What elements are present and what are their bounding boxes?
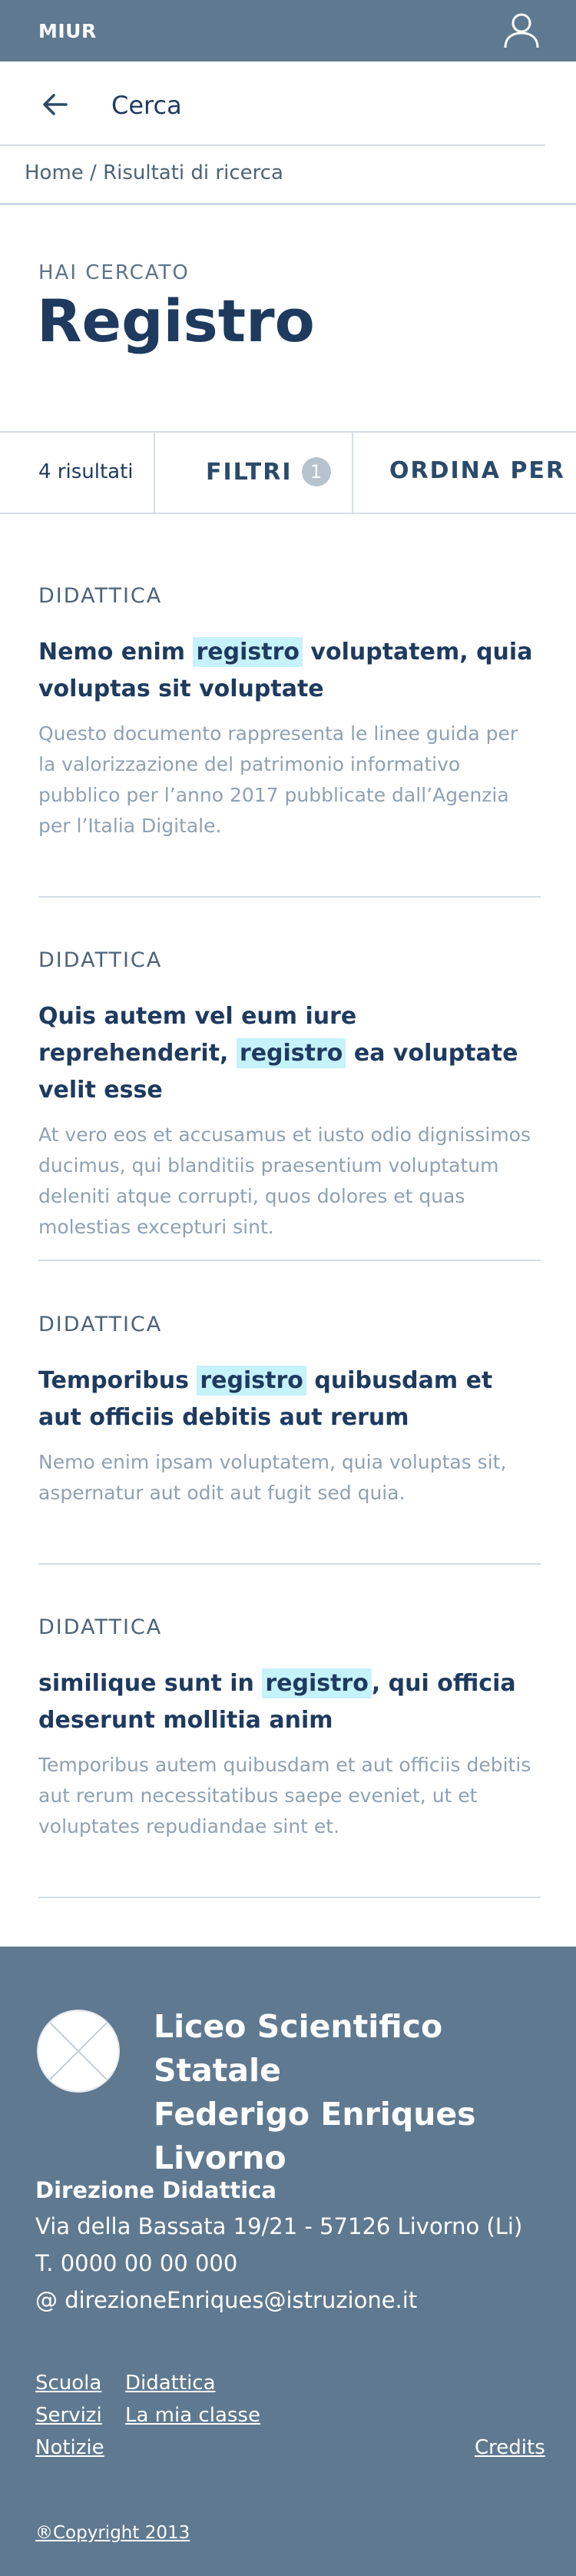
sort-button[interactable]: ORDINA PER	[389, 457, 565, 484]
filters-count-badge: 1	[301, 457, 331, 486]
result-divider	[38, 896, 541, 898]
address: Via della Bassata 19/21 - 57126 Livorno …	[35, 2213, 523, 2239]
result-title[interactable]: Temporibus registro quibusdam et aut off…	[38, 1363, 541, 1436]
office-name: Direzione Didattica	[35, 2177, 276, 2203]
result-category[interactable]: DIDATTICA	[38, 948, 541, 972]
result-divider	[38, 1563, 541, 1565]
email: @ direzioneEnriques@istruzione.it	[35, 2287, 418, 2313]
result-divider	[38, 1897, 541, 1898]
result-description: Questo documento rappresenta le linee gu…	[38, 722, 518, 837]
result-description: Nemo enim ipsam voluptatem, quia volupta…	[38, 1451, 507, 1504]
result-item: DIDATTICA Quis autem vel eum iure repreh…	[38, 948, 541, 1243]
breadcrumb-current: Risultati di ricerca	[103, 161, 283, 184]
search-title: Cerca	[111, 91, 182, 120]
result-title[interactable]: Nemo enim registro voluptatem, quia volu…	[38, 634, 541, 708]
school-name[interactable]: Liceo Scientifico Statale Federigo Enriq…	[154, 2005, 576, 2180]
arrow-left-icon[interactable]	[38, 89, 72, 120]
filters-button[interactable]: FILTRI 1	[206, 457, 331, 486]
footer-link-la-mia-classe[interactable]: La mia classe	[125, 2404, 260, 2427]
toolbar-divider	[352, 433, 353, 513]
result-item: DIDATTICA Temporibus registro quibusdam …	[38, 1313, 541, 1509]
school-name-line: Liceo Scientifico Statale	[154, 2008, 443, 2089]
school-logo-placeholder-icon	[37, 2010, 120, 2093]
footer: Liceo Scientifico Statale Federigo Enriq…	[0, 1947, 576, 2576]
breadcrumb-divider	[0, 203, 576, 205]
footer-link-notizie[interactable]: Notizie	[35, 2436, 104, 2459]
footer-link-servizi[interactable]: Servizi	[35, 2404, 102, 2427]
search-highlight: registro	[197, 1366, 306, 1396]
results-toolbar: 4 risultati FILTRI 1 ORDINA PER	[0, 431, 576, 514]
footer-link-scuola[interactable]: Scuola	[35, 2372, 101, 2395]
page-title: Registro	[37, 287, 315, 355]
result-divider	[38, 1260, 541, 1261]
result-title[interactable]: similique sunt in registro, qui officia …	[38, 1665, 541, 1739]
breadcrumb-home-link[interactable]: Home	[25, 161, 84, 184]
result-category[interactable]: DIDATTICA	[38, 1615, 541, 1639]
copyright[interactable]: ®Copyright 2013	[35, 2523, 190, 2543]
school-name-line: Federigo Enriques	[154, 2096, 476, 2133]
result-description: Temporibus autem quibusdam et aut offici…	[38, 1754, 531, 1837]
brand-label[interactable]: MIUR	[38, 20, 97, 42]
filters-label: FILTRI	[206, 459, 293, 486]
result-title[interactable]: Quis autem vel eum iure reprehenderit, r…	[38, 998, 541, 1109]
result-item: DIDATTICA Nemo enim registro voluptatem,…	[38, 584, 541, 842]
search-highlight: registro	[193, 637, 303, 667]
results-count: 4 risultati	[38, 460, 134, 483]
breadcrumb: Home / Risultati di ricerca	[25, 161, 283, 184]
search-highlight: registro	[262, 1668, 372, 1698]
top-bar: MIUR	[0, 0, 576, 61]
toolbar-divider	[154, 433, 155, 513]
footer-link-didattica[interactable]: Didattica	[125, 2372, 216, 2395]
search-header: Cerca	[0, 61, 576, 146]
user-icon[interactable]	[499, 8, 544, 52]
result-category[interactable]: DIDATTICA	[38, 584, 541, 608]
school-name-line: Livorno	[154, 2139, 286, 2176]
query-label: HAI CERCATO	[38, 261, 190, 284]
result-description: At vero eos et accusamus et iusto odio d…	[38, 1124, 531, 1238]
header-divider	[0, 144, 545, 146]
result-item: DIDATTICA similique sunt in registro, qu…	[38, 1615, 541, 1842]
breadcrumb-separator: /	[83, 161, 104, 184]
result-category[interactable]: DIDATTICA	[38, 1313, 541, 1336]
footer-link-credits[interactable]: Credits	[475, 2436, 545, 2459]
phone: T. 0000 00 00 000	[35, 2250, 238, 2276]
search-highlight: registro	[236, 1038, 346, 1068]
